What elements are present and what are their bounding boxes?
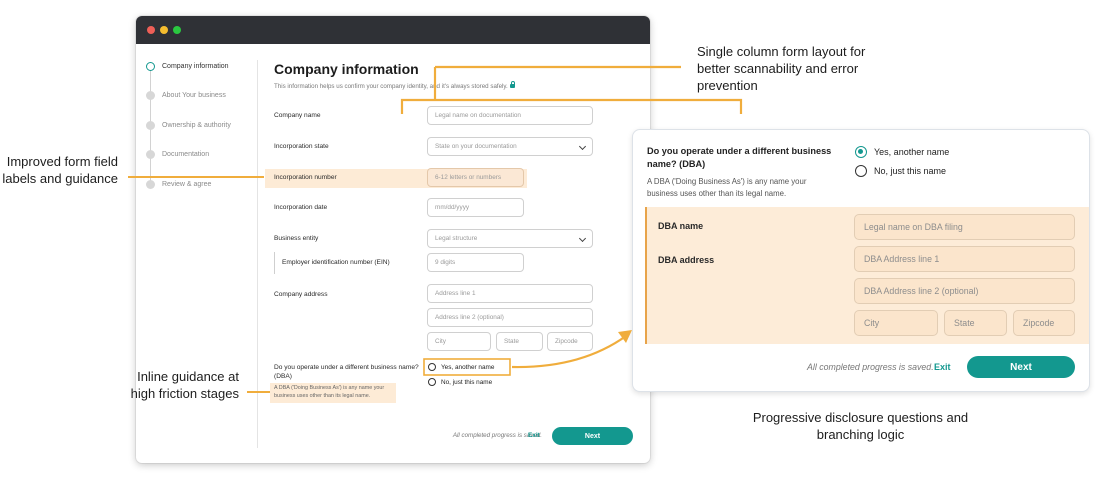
nested-field-indicator: [274, 252, 275, 274]
step-ownership-authority[interactable]: Ownership & authority: [146, 119, 231, 131]
incorporation-date-label: Incorporation date: [274, 204, 328, 211]
chevron-down-icon: [578, 234, 587, 243]
window-titlebar: [136, 16, 650, 44]
select-value: Legal structure: [435, 235, 478, 242]
step-label: Documentation: [162, 150, 210, 158]
dba-question: Do you operate under a different busines…: [647, 146, 832, 169]
sidebar-divider: [257, 60, 258, 448]
step-company-information[interactable]: Company information: [146, 60, 229, 72]
step-label: Company information: [162, 62, 229, 70]
next-button[interactable]: Next: [967, 356, 1075, 378]
dba-state-input[interactable]: State: [944, 310, 1007, 336]
step-documentation[interactable]: Documentation: [146, 148, 209, 160]
exit-link[interactable]: Exit: [528, 432, 540, 439]
dba-option-yes[interactable]: Yes, another name: [855, 146, 949, 158]
dba-detail-card: Do you operate under a different busines…: [632, 129, 1090, 392]
next-button[interactable]: Next: [552, 427, 633, 445]
step-active-indicator: [146, 61, 155, 71]
page-subtitle: This information helps us confirm your c…: [274, 81, 515, 90]
progress-saved-note: All completed progress is saved.: [807, 362, 934, 372]
dba-zipcode-input[interactable]: Zipcode: [1013, 310, 1075, 336]
incorporation-state-label: Incorporation state: [274, 143, 329, 150]
radio-label: No, just this name: [874, 166, 947, 176]
incorporation-state-select[interactable]: State on your documentation: [427, 137, 593, 156]
radio-selected-circle: [855, 146, 867, 158]
step-indicator: [146, 90, 155, 100]
step-label: Review & agree: [162, 180, 212, 188]
radio-circle: [855, 165, 867, 177]
city-input[interactable]: City: [427, 332, 491, 351]
annotation-inline-guidance: Inline guidance at high friction stages: [130, 369, 239, 401]
state-input[interactable]: State: [496, 332, 543, 351]
radio-circle: [428, 378, 436, 386]
radio-label: Yes, another name: [874, 147, 950, 157]
page-title: Company information: [274, 61, 419, 77]
dba-city-input[interactable]: City: [854, 310, 938, 336]
step-label: About Your business: [162, 91, 226, 99]
radio-circle: [428, 363, 436, 371]
dba-address-label: DBA address: [658, 255, 715, 265]
annotation-single-column: Single column form layout for better sca…: [697, 44, 866, 93]
business-entity-label: Business entity: [274, 235, 319, 242]
dba-name-label: DBA name: [658, 221, 704, 231]
dba-help-text: A DBA ('Doing Business As') is any name …: [274, 385, 385, 399]
step-review-agree[interactable]: Review & agree: [146, 178, 211, 190]
radio-label: Yes, another name: [441, 363, 495, 371]
company-address-label: Company address: [274, 291, 328, 298]
step-indicator: [146, 179, 155, 189]
step-indicator: [146, 120, 155, 130]
business-entity-select[interactable]: Legal structure: [427, 229, 593, 248]
dba-question: Do you operate under a different busines…: [274, 364, 419, 380]
incorporation-number-input[interactable]: 6-12 letters or numbers: [427, 168, 524, 187]
dba-option-no[interactable]: No, just this name: [428, 378, 492, 386]
address-line1-input[interactable]: Address line 1: [427, 284, 593, 303]
dba-address-line1-input[interactable]: DBA Address line 1: [854, 246, 1075, 272]
step-label: Ownership & authority: [162, 121, 231, 129]
ein-input[interactable]: 9 digits: [427, 253, 524, 272]
exit-link[interactable]: Exit: [934, 362, 951, 372]
zipcode-input[interactable]: Zipcode: [547, 332, 593, 351]
incorporation-number-label: Incorporation number: [274, 174, 337, 181]
company-name-input[interactable]: Legal name on documentation: [427, 106, 593, 125]
incorporation-date-input[interactable]: mm/dd/yyyy: [427, 198, 524, 217]
dba-option-yes[interactable]: Yes, another name: [428, 363, 494, 371]
minimize-window-dot[interactable]: [160, 26, 168, 34]
step-indicator: [146, 149, 155, 159]
step-about-your-business[interactable]: About Your business: [146, 89, 226, 101]
dba-option-no[interactable]: No, just this name: [855, 165, 946, 177]
company-name-label: Company name: [274, 112, 321, 119]
chevron-down-icon: [578, 142, 587, 151]
close-window-dot[interactable]: [147, 26, 155, 34]
annotation-progressive: Progressive disclosure questions and bra…: [752, 410, 969, 442]
maximize-window-dot[interactable]: [173, 26, 181, 34]
ein-label: Employer identification number (EIN): [282, 259, 390, 266]
dba-help-text: A DBA ('Doing Business As') is any name …: [647, 177, 807, 198]
address-line2-input[interactable]: Address line 2 (optional): [427, 308, 593, 327]
annotation-labels-guidance: Improved form field labels and guidance: [2, 154, 118, 186]
dba-name-input[interactable]: Legal name on DBA filing: [854, 214, 1075, 240]
select-value: State on your documentation: [435, 143, 517, 150]
radio-label: No, just this name: [441, 378, 493, 386]
dba-address-line2-input[interactable]: DBA Address line 2 (optional): [854, 278, 1075, 304]
lock-icon: [509, 81, 515, 88]
